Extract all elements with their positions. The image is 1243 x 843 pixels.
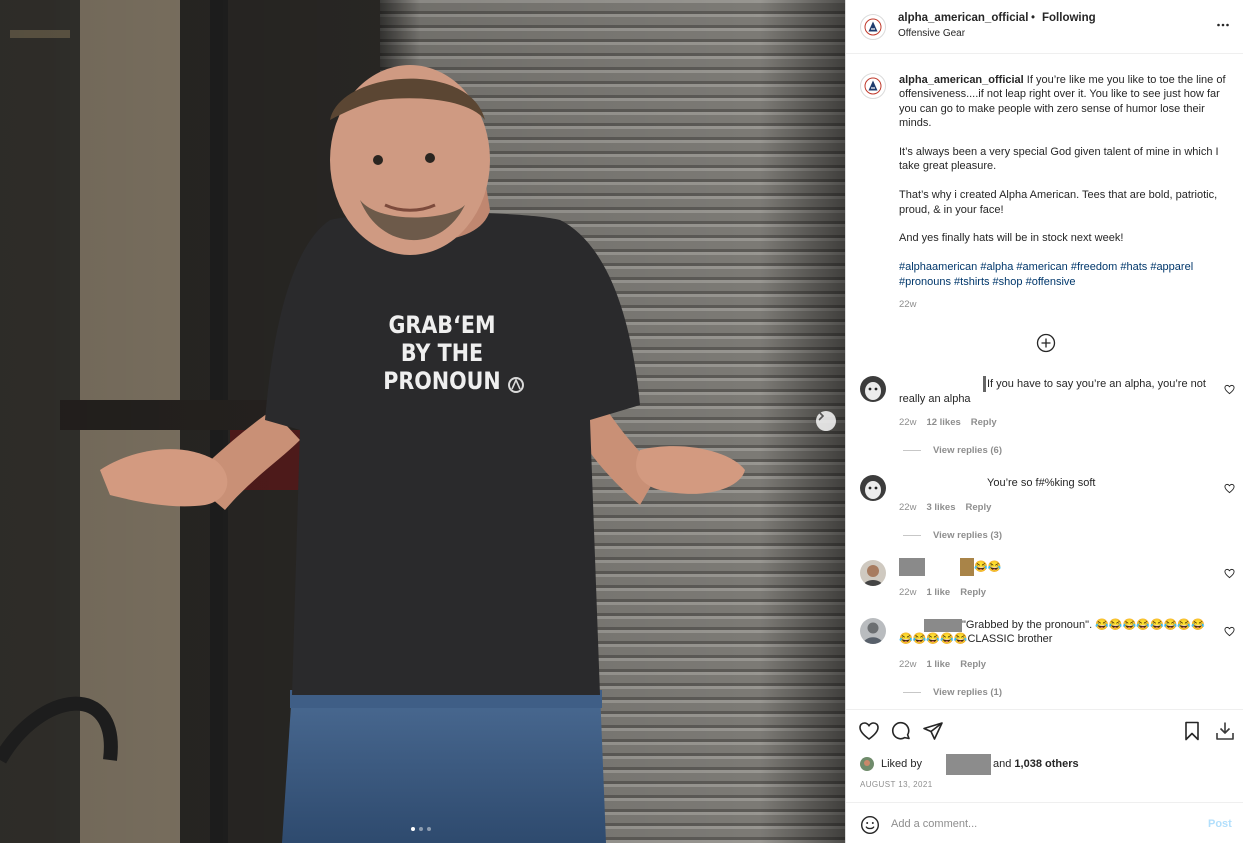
profile-avatar[interactable] (860, 14, 886, 40)
caption-timestamp[interactable]: 22w (899, 299, 916, 310)
reply-button[interactable]: Reply (971, 417, 997, 428)
redacted-image (960, 558, 974, 576)
post-image[interactable]: GRAB‘EM BY THE PRONOUN (0, 0, 845, 843)
dog-avatar-icon (860, 376, 886, 402)
view-replies-button[interactable]: View replies (6) (903, 445, 1002, 456)
carousel-indicator (411, 827, 431, 831)
redacted-username (899, 558, 925, 576)
caption-paragraph: It’s always been a very special God give… (899, 146, 1219, 173)
more-options-icon[interactable] (1216, 18, 1230, 32)
comments-scroll-area[interactable]: alpha_american_official If you’re like m… (846, 54, 1243, 709)
replies-divider (903, 692, 921, 693)
alpha-american-logo-icon (864, 18, 882, 36)
comment-text: "Grabbed by the pronoun". 😂😂😂😂😂😂😂😂😂😂😂😂😂C… (899, 618, 1209, 646)
comment-likes[interactable]: 3 likes (926, 502, 955, 513)
comment-time[interactable]: 22w (899, 659, 916, 670)
commenter-avatar[interactable] (860, 618, 886, 644)
heart-icon[interactable] (1224, 568, 1235, 579)
redacted-username (924, 618, 962, 632)
emoji-icon[interactable] (860, 815, 880, 835)
comment-likes[interactable]: 1 like (926, 659, 950, 670)
redacted-username (983, 376, 986, 392)
comment-meta: 22w 1 like Reply (899, 659, 986, 670)
comment-time[interactable]: 22w (899, 417, 916, 428)
comment-likes[interactable]: 12 likes (926, 417, 960, 428)
add-comment-bar: Post (846, 802, 1243, 843)
comment-input[interactable] (891, 814, 1191, 834)
liker-avatar[interactable] (860, 757, 874, 771)
heart-icon[interactable] (1224, 483, 1235, 494)
shirt-line-2: BY THE (400, 339, 484, 367)
next-slide-button[interactable] (816, 411, 836, 431)
caption-paragraph: That’s why i created Alpha American. Tee… (899, 189, 1218, 216)
bookmark-icon[interactable] (1181, 720, 1203, 742)
chevron-right-icon (818, 411, 825, 421)
comment-text: If you have to say you’re an alpha, you’… (899, 376, 1209, 406)
dog-avatar-icon (860, 475, 886, 501)
liked-by-label: Liked by (881, 758, 922, 770)
comment-text: 😂😂 (899, 558, 1209, 576)
heart-icon[interactable] (1224, 626, 1235, 637)
comment-meta: 22w 1 like Reply (899, 587, 986, 598)
caption-avatar[interactable] (860, 73, 886, 99)
person-avatar-icon (860, 560, 886, 586)
caption-username-link[interactable]: alpha_american_official (899, 74, 1024, 86)
caption-hashtags[interactable]: #alphaamerican #alpha #american #freedom… (899, 260, 1233, 289)
like-heart-icon[interactable] (858, 720, 880, 742)
commenter-avatar[interactable] (860, 376, 886, 402)
liked-by-and: and (992, 758, 1012, 770)
post-caption: alpha_american_official If you’re like m… (899, 73, 1233, 303)
header-username-link[interactable]: alpha_american_official (898, 12, 1028, 24)
carousel-dot (419, 827, 423, 831)
post-date[interactable]: AUGUST 13, 2021 (860, 780, 933, 789)
comment-meta: 22w 12 likes Reply (899, 417, 997, 428)
post-side-panel: alpha_american_official • Following Offe… (845, 0, 1243, 843)
post-photo-illustration (0, 0, 845, 843)
post-header: alpha_american_official • Following Offe… (846, 0, 1243, 54)
header-subtitle: Offensive Gear (898, 28, 966, 39)
replies-divider (903, 450, 921, 451)
likes-count-link[interactable]: 1,038 others (1014, 758, 1078, 770)
shirt-print: GRAB‘EM BY THE PRONOUN (372, 311, 512, 395)
comment-meta: 22w 3 likes Reply (899, 502, 991, 513)
reply-button[interactable]: Reply (960, 587, 986, 598)
caption-paragraph: And yes finally hats will be in stock ne… (899, 232, 1124, 245)
person-avatar-icon (860, 757, 874, 771)
comment-likes[interactable]: 1 like (926, 587, 950, 598)
comment-bubble-icon[interactable] (890, 720, 912, 742)
caption-paragraph: alpha_american_official If you’re like m… (899, 73, 1233, 131)
carousel-dot-active (411, 827, 415, 831)
post-actions: Liked by and 1,038 others AUGUST 13, 202… (846, 709, 1243, 843)
download-icon[interactable] (1214, 720, 1236, 742)
view-replies-label: View replies (1) (933, 687, 1002, 698)
carousel-dot (427, 827, 431, 831)
commenter-avatar[interactable] (860, 560, 886, 586)
comment-time[interactable]: 22w (899, 502, 916, 513)
reply-button[interactable]: Reply (960, 659, 986, 670)
replies-divider (903, 535, 921, 536)
load-more-comments-icon[interactable] (1036, 333, 1056, 353)
post-comment-button[interactable]: Post (1208, 818, 1232, 830)
person-avatar-icon (860, 618, 886, 644)
heart-icon[interactable] (1224, 384, 1235, 395)
reply-button[interactable]: Reply (966, 502, 992, 513)
view-replies-button[interactable]: View replies (1) (903, 687, 1002, 698)
comment-body: If you have to say you’re an alpha, you’… (899, 377, 1206, 405)
share-send-icon[interactable] (922, 720, 944, 742)
header-separator: • (1031, 12, 1036, 24)
redacted-liker-name (945, 753, 991, 775)
comment-text: You’re so f#%king soft (987, 477, 1096, 489)
shirt-line-1: GRAB‘EM (388, 311, 496, 339)
shirt-line-3: PRONOUN (383, 367, 501, 395)
comment-time[interactable]: 22w (899, 587, 916, 598)
following-button[interactable]: Following (1042, 12, 1096, 24)
comment-body: 😂😂 (974, 560, 1002, 573)
view-replies-label: View replies (6) (933, 445, 1002, 456)
liked-by-summary: Liked by and 1,038 others (860, 753, 1079, 775)
commenter-avatar[interactable] (860, 475, 886, 501)
view-replies-button[interactable]: View replies (3) (903, 530, 1002, 541)
alpha-american-logo-icon (864, 77, 882, 95)
view-replies-label: View replies (3) (933, 530, 1002, 541)
